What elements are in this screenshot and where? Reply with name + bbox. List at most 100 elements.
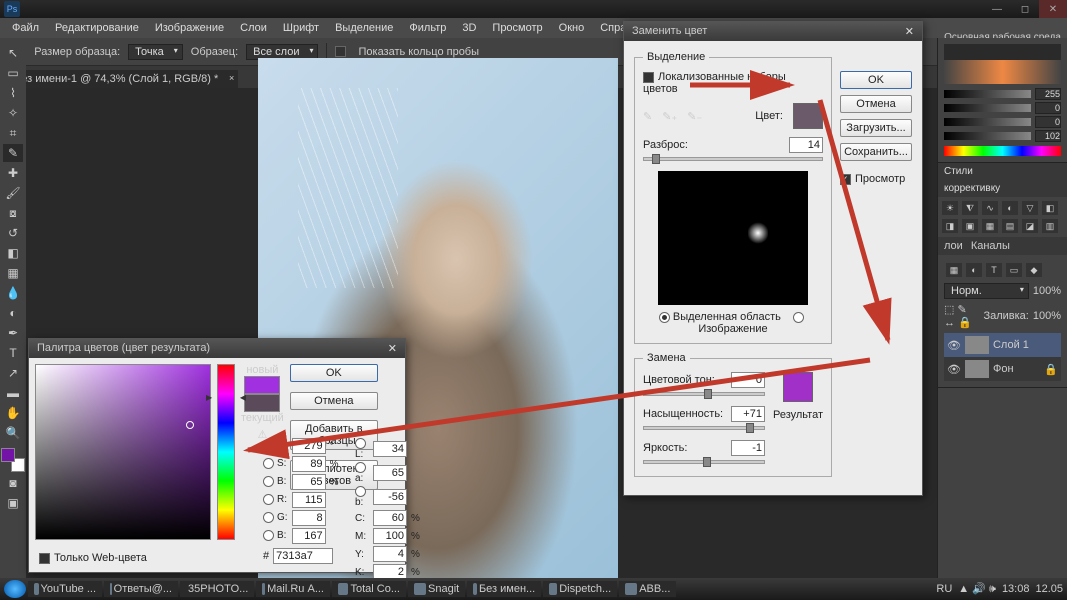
result-swatch[interactable] (783, 372, 813, 402)
saturation-value-field[interactable] (35, 364, 211, 540)
eyedropper-icon[interactable]: ✎ (643, 110, 652, 123)
task-item[interactable]: Total Co... (332, 581, 406, 597)
hue-input[interactable] (731, 372, 765, 388)
selection-color-swatch[interactable] (793, 103, 823, 129)
pen-tool[interactable]: ✒ (3, 324, 23, 342)
layer-thumb[interactable] (965, 360, 989, 378)
radio-h[interactable] (263, 440, 274, 451)
fill-value[interactable]: 100% (1033, 310, 1061, 322)
layers-tab[interactable]: лои (944, 240, 963, 252)
path-tool[interactable]: ↗ (3, 364, 23, 382)
lock-icons[interactable]: ⬚ ✎ ↔ 🔒 (944, 303, 979, 329)
gradient-tool[interactable]: ▦ (3, 264, 23, 282)
adj-lookup-icon[interactable]: ▤ (1002, 219, 1018, 233)
menu-type[interactable]: Шрифт (277, 20, 325, 36)
dialog-close-icon[interactable]: ✕ (388, 342, 397, 355)
ok-button[interactable]: OK (840, 71, 912, 89)
task-item[interactable]: Без имен... (467, 581, 541, 597)
shape-tool[interactable]: ▬ (3, 384, 23, 402)
m-input[interactable] (373, 528, 407, 544)
foreground-color-swatch[interactable] (1, 448, 15, 462)
current-color-swatch[interactable] (244, 394, 280, 412)
task-item[interactable]: Ответы@... (104, 581, 178, 597)
hue-strip[interactable] (217, 364, 235, 540)
document-tab[interactable]: Без имени-1 @ 74,3% (Слой 1, RGB/8) * × (4, 70, 238, 88)
dialog-titlebar[interactable]: Палитра цветов (цвет результата) ✕ (29, 339, 405, 358)
minimize-button[interactable]: — (983, 0, 1011, 18)
light-slider[interactable] (643, 460, 765, 464)
picker-ok-button[interactable]: OK (290, 364, 378, 382)
fuzziness-input[interactable] (789, 137, 823, 153)
radio-bb[interactable] (263, 530, 274, 541)
menu-window[interactable]: Окно (553, 20, 591, 36)
color-swatches[interactable] (1, 448, 25, 472)
task-item[interactable]: Mail.Ru А... (256, 581, 330, 597)
marquee-tool[interactable]: ▭ (3, 64, 23, 82)
adj-hue-icon[interactable]: ◧ (1042, 201, 1058, 215)
lasso-tool[interactable]: ⌇ (3, 84, 23, 102)
fuzziness-slider[interactable] (643, 157, 823, 161)
adj-bw-icon[interactable]: ◨ (942, 219, 958, 233)
color-g-input[interactable] (1035, 102, 1061, 114)
dialog-close-icon[interactable]: ✕ (905, 25, 914, 38)
y-input[interactable] (373, 546, 407, 562)
hand-tool[interactable]: ✋ (3, 404, 23, 422)
menu-select[interactable]: Выделение (329, 20, 399, 36)
sat-input[interactable] (731, 406, 765, 422)
sat-slider[interactable] (643, 426, 765, 430)
crop-tool[interactable]: ⌗ (3, 124, 23, 142)
layer-row-1[interactable]: 👁 Слой 1 (944, 333, 1061, 357)
eraser-tool[interactable]: ◧ (3, 244, 23, 262)
zoom-tool[interactable]: 🔍 (3, 424, 23, 442)
light-input[interactable] (731, 440, 765, 456)
menu-image[interactable]: Изображение (149, 20, 230, 36)
menu-layer[interactable]: Слои (234, 20, 273, 36)
clock-time[interactable]: 13:08 (1002, 583, 1030, 595)
layer-filter3-icon[interactable]: T (986, 263, 1002, 277)
localized-checkbox[interactable] (643, 72, 654, 83)
color-r-input[interactable] (1035, 88, 1061, 100)
layer-row-bg[interactable]: 👁 Фон 🔒 (944, 357, 1061, 381)
radio-a[interactable] (355, 462, 366, 473)
heal-tool[interactable]: ✚ (3, 164, 23, 182)
adj-vibrance-icon[interactable]: ▽ (1022, 201, 1038, 215)
close-button[interactable]: ✕ (1039, 0, 1067, 18)
styles-panel-heading[interactable]: Стили (938, 163, 1067, 180)
r-input[interactable] (292, 492, 326, 508)
start-button[interactable] (4, 580, 26, 598)
radio-g[interactable] (263, 512, 274, 523)
g-input[interactable] (292, 510, 326, 526)
layer-filter-icon[interactable]: ▦ (946, 263, 962, 277)
task-item[interactable]: YouTube ... (28, 581, 102, 597)
c-input[interactable] (373, 510, 407, 526)
eyedropper-tool[interactable]: ✎ (3, 144, 23, 162)
task-item[interactable]: ABB... (619, 581, 676, 597)
save-button[interactable]: Сохранить... (840, 143, 912, 161)
adj-brightness-icon[interactable]: ☀ (942, 201, 958, 215)
adj-invert-icon[interactable]: ◪ (1022, 219, 1038, 233)
radio-s[interactable] (263, 458, 274, 469)
cancel-button[interactable]: Отмена (840, 95, 912, 113)
radio-b[interactable] (263, 476, 274, 487)
task-item[interactable]: Snagit (408, 581, 465, 597)
picker-cancel-button[interactable]: Отмена (290, 392, 378, 410)
type-tool[interactable]: T (3, 344, 23, 362)
adj-photo-icon[interactable]: ▣ (962, 219, 978, 233)
eyedropper-add-icon[interactable]: ✎₊ (662, 110, 677, 123)
screenmode-tool[interactable]: ▣ (3, 494, 23, 512)
blur-tool[interactable]: 💧 (3, 284, 23, 302)
radio-image[interactable] (793, 312, 804, 323)
layer-filter4-icon[interactable]: ▭ (1006, 263, 1022, 277)
l-input[interactable] (373, 441, 407, 457)
quickmask-tool[interactable]: ◙ (3, 474, 23, 492)
adjustments-heading[interactable]: коррективку (938, 180, 1067, 197)
menu-file[interactable]: Файл (6, 20, 45, 36)
visibility-icon[interactable]: 👁 (947, 339, 961, 352)
visibility-icon[interactable]: 👁 (947, 363, 961, 376)
blend-mode-dropdown[interactable]: Норм. (944, 283, 1029, 299)
radio-r[interactable] (263, 494, 274, 505)
color-ramp[interactable] (944, 146, 1061, 156)
lb-input[interactable] (373, 489, 407, 505)
hex-input[interactable] (273, 548, 333, 564)
preview-checkbox[interactable] (840, 174, 851, 185)
